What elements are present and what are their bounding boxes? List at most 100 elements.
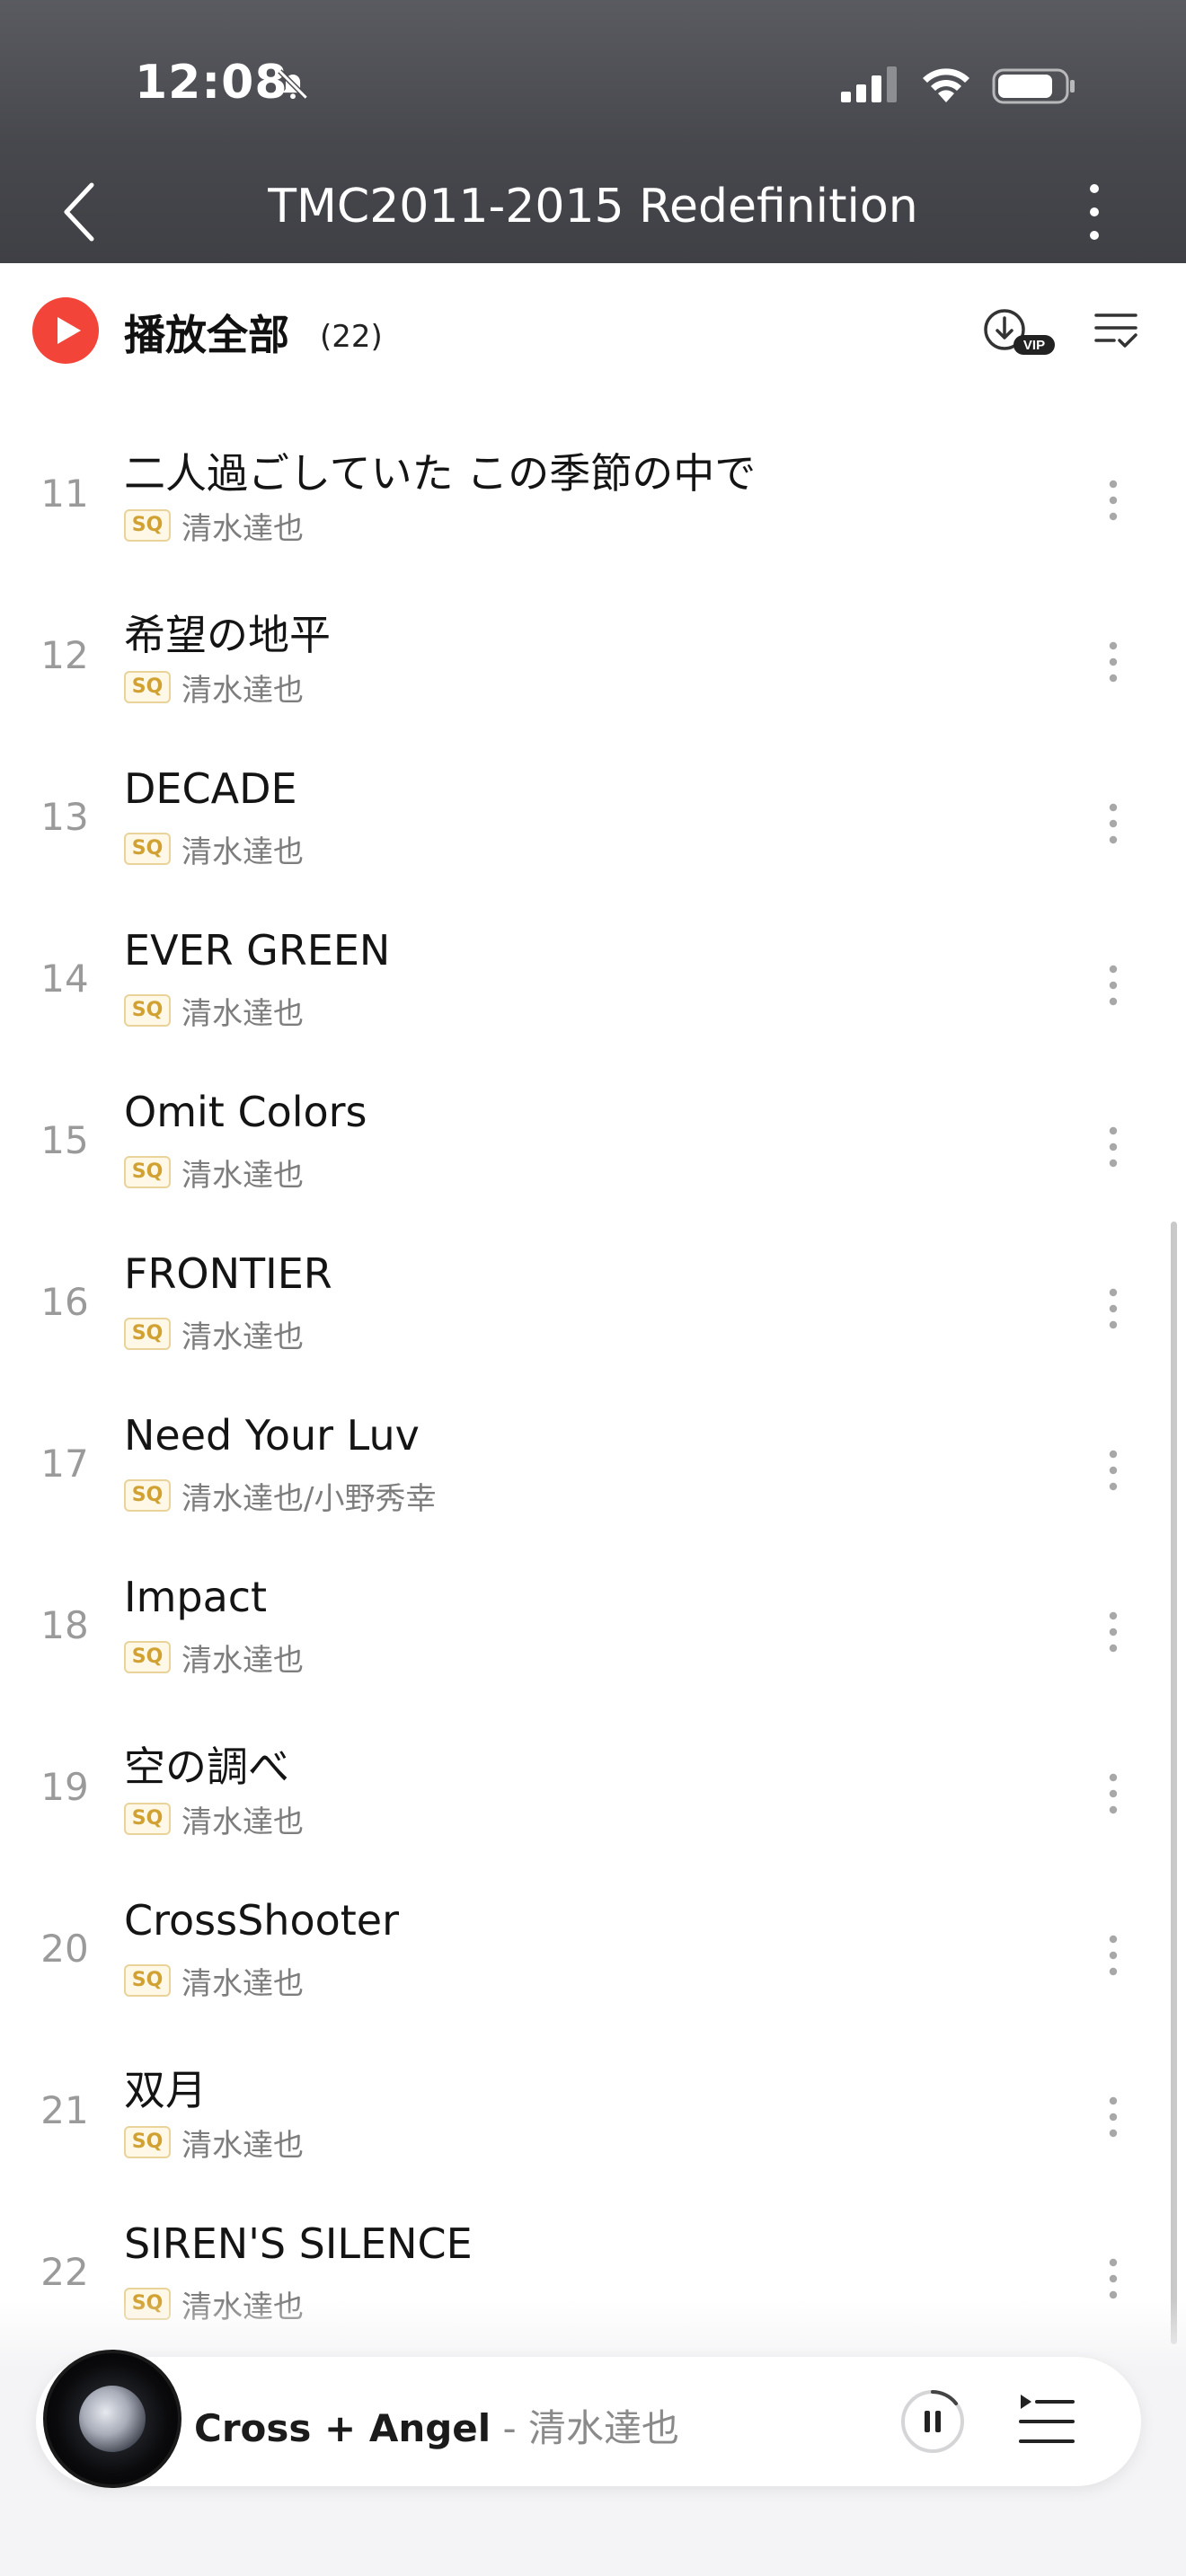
track-artist: 清水達也 — [181, 1157, 304, 1194]
more-options-button[interactable] — [1069, 176, 1120, 248]
page: 12:08 TMC2011-2015 Redefinition 播放全部 (22… — [0, 0, 1186, 2576]
track-count: (22) — [320, 319, 383, 355]
track-more-options-icon[interactable] — [1100, 958, 1127, 1012]
track-number: 11 — [40, 472, 89, 516]
track-row[interactable]: 21 双月 SQ 清水達也 — [0, 2034, 1186, 2196]
track-artist: 清水達也 — [181, 2127, 304, 2164]
sq-quality-badge: SQ — [124, 2126, 171, 2158]
status-time: 12:08 — [135, 56, 288, 110]
now-playing-info[interactable]: Cross + Angel - 清水達也 — [194, 2398, 679, 2453]
sq-quality-badge: SQ — [124, 833, 171, 865]
track-number: 12 — [40, 633, 89, 677]
track-more-options-icon[interactable] — [1100, 1605, 1127, 1659]
track-more-options-icon[interactable] — [1100, 1282, 1127, 1336]
track-title: Need Your Luv — [124, 1411, 420, 1460]
mini-player[interactable]: Cross + Angel - 清水達也 — [36, 2350, 1141, 2488]
play-icon — [58, 317, 81, 344]
track-more-options-icon[interactable] — [1100, 1443, 1127, 1497]
track-artist: 清水達也/小野秀幸 — [181, 1480, 437, 1517]
track-artist: 清水達也 — [181, 1642, 304, 1679]
track-artist: 清水達也 — [181, 1319, 304, 1355]
playlist-queue-button[interactable] — [1017, 2389, 1076, 2452]
sq-quality-badge: SQ — [124, 1156, 171, 1188]
download-vip-icon[interactable]: VIP — [981, 304, 1058, 358]
sq-quality-badge: SQ — [124, 1641, 171, 1673]
play-all-button[interactable] — [32, 297, 99, 364]
multi-select-icon[interactable] — [1093, 308, 1139, 353]
track-number: 19 — [40, 1765, 89, 1809]
track-row[interactable]: 19 空の調べ SQ 清水達也 — [0, 1711, 1186, 1873]
track-artist: 清水達也 — [181, 834, 304, 870]
track-title: FRONTIER — [124, 1249, 332, 1298]
sq-quality-badge: SQ — [124, 509, 171, 542]
track-subtitle: SQ 清水達也 — [124, 1316, 304, 1355]
battery-icon — [992, 68, 1075, 104]
track-subtitle: SQ 清水達也 — [124, 1154, 304, 1194]
track-title: 空の調べ — [124, 1742, 289, 1791]
track-title: 双月 — [124, 2066, 207, 2114]
sq-quality-badge: SQ — [124, 671, 171, 703]
bell-off-icon — [278, 69, 308, 100]
track-row[interactable]: 13 DECADE SQ 清水達也 — [0, 741, 1186, 903]
track-row[interactable]: 12 希望の地平 SQ 清水達也 — [0, 579, 1186, 741]
track-number: 18 — [40, 1603, 89, 1647]
track-more-options-icon[interactable] — [1100, 1928, 1127, 1982]
wifi-icon — [923, 68, 969, 102]
track-title: Omit Colors — [124, 1088, 367, 1136]
sq-quality-badge: SQ — [124, 994, 171, 1027]
track-row[interactable]: 17 Need Your Luv SQ 清水達也/小野秀幸 — [0, 1388, 1186, 1549]
track-row[interactable]: 16 FRONTIER SQ 清水達也 — [0, 1226, 1186, 1388]
track-artist: 清水達也 — [181, 995, 304, 1032]
track-subtitle: SQ 清水達也 — [124, 669, 304, 709]
track-number: 22 — [40, 2250, 89, 2294]
track-title: 希望の地平 — [124, 611, 331, 659]
now-playing-title: Cross + Angel — [194, 2406, 491, 2450]
track-more-options-icon[interactable] — [1100, 2252, 1127, 2306]
sq-quality-badge: SQ — [124, 1479, 171, 1512]
track-row[interactable]: 20 CrossShooter SQ 清水達也 — [0, 1873, 1186, 2034]
track-number: 13 — [40, 795, 89, 839]
track-row[interactable]: 14 EVER GREEN SQ 清水達也 — [0, 903, 1186, 1064]
track-row[interactable]: 18 Impact SQ 清水達也 — [0, 1549, 1186, 1711]
play-all-label[interactable]: 播放全部 — [124, 303, 289, 362]
track-subtitle: SQ 清水達也/小野秀幸 — [124, 1478, 436, 1517]
track-number: 17 — [40, 1442, 89, 1486]
track-title: 二人過ごしていた この季節の中で — [124, 449, 757, 498]
cellular-signal-icon — [841, 66, 897, 102]
sq-quality-badge: SQ — [124, 1964, 171, 1997]
track-row[interactable]: 11 二人過ごしていた この季節の中で SQ 清水達也 — [0, 418, 1186, 579]
track-more-options-icon[interactable] — [1100, 473, 1127, 527]
album-art-moon — [79, 2386, 146, 2452]
track-list: 11 二人過ごしていた この季節の中で SQ 清水達也 12 希望の地平 SQ 清水達也 13 D… — [0, 418, 1186, 2358]
track-artist: 清水達也 — [181, 1965, 304, 2002]
track-more-options-icon[interactable] — [1100, 2090, 1127, 2144]
now-playing-separator: - — [491, 2406, 529, 2450]
track-number: 16 — [40, 1280, 89, 1324]
svg-text:VIP: VIP — [1023, 338, 1045, 353]
scrollbar[interactable] — [1171, 1222, 1177, 2344]
track-title: Impact — [124, 1573, 268, 1621]
track-title: EVER GREEN — [124, 926, 391, 975]
track-subtitle: SQ 清水達也 — [124, 507, 304, 547]
track-more-options-icon[interactable] — [1100, 1767, 1127, 1821]
track-subtitle: SQ 清水達也 — [124, 2124, 304, 2164]
track-artist: 清水達也 — [181, 1804, 304, 1840]
track-more-options-icon[interactable] — [1100, 635, 1127, 689]
header: 12:08 TMC2011-2015 Redefinition — [0, 0, 1186, 263]
sq-quality-badge: SQ — [124, 1803, 171, 1835]
track-subtitle: SQ 清水達也 — [124, 831, 304, 870]
track-more-options-icon[interactable] — [1100, 797, 1127, 851]
track-number: 21 — [40, 2088, 89, 2132]
pause-button[interactable] — [898, 2387, 967, 2456]
track-number: 14 — [40, 957, 89, 1001]
album-art[interactable] — [43, 2350, 181, 2488]
track-subtitle: SQ 清水達也 — [124, 1801, 304, 1840]
track-artist: 清水達也 — [181, 672, 304, 709]
track-row[interactable]: 15 Omit Colors SQ 清水達也 — [0, 1064, 1186, 1226]
sq-quality-badge: SQ — [124, 1318, 171, 1350]
track-title: DECADE — [124, 764, 297, 813]
track-title: CrossShooter — [124, 1896, 399, 1945]
track-more-options-icon[interactable] — [1100, 1120, 1127, 1174]
track-number: 20 — [40, 1927, 89, 1971]
track-subtitle: SQ 清水達也 — [124, 1963, 304, 2002]
